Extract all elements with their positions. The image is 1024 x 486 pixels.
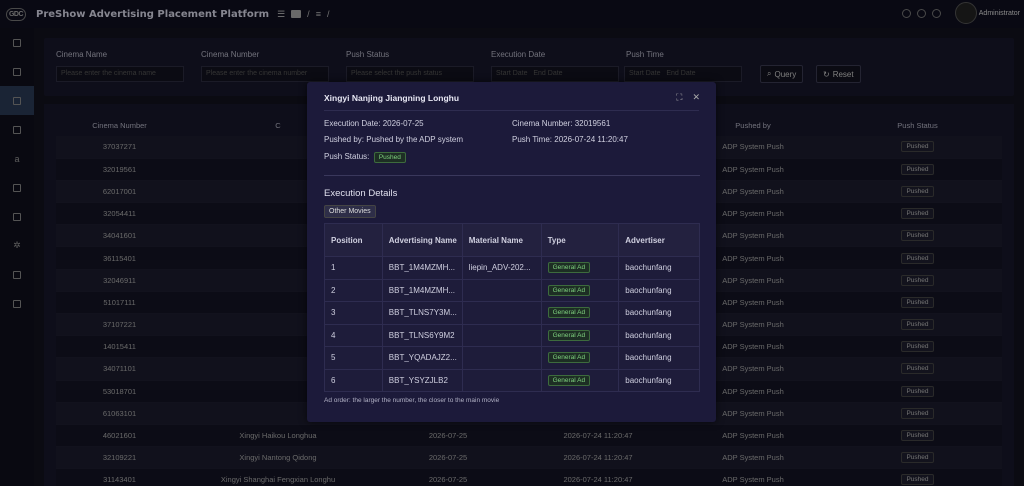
type-cell: General Ad bbox=[540, 346, 620, 370]
advertiser-cell: baochunfang bbox=[618, 301, 700, 325]
material-name-cell: liepin_ADV-202... bbox=[461, 256, 542, 280]
material-name-cell bbox=[461, 278, 542, 302]
type-badge: General Ad bbox=[547, 374, 591, 386]
modal-title: Xingyi Nanjing Jiangning Longhu bbox=[324, 93, 460, 103]
table-row: 1 BBT_1M4MZMH... liepin_ADV-202... General … bbox=[324, 256, 700, 280]
material-name-cell bbox=[461, 323, 542, 347]
position-cell: 4 bbox=[324, 323, 383, 347]
table-row: 2 BBT_1M4MZMH... General Ad baochunfang bbox=[324, 278, 700, 302]
advertising-name-cell: BBT_1M4MZMH... bbox=[381, 278, 463, 302]
advertising-name-cell: BBT_YSYZJLB2 bbox=[381, 368, 463, 392]
status-badge: Pushed bbox=[373, 152, 406, 163]
advertiser-cell: baochunfang bbox=[618, 256, 700, 280]
tab-other-movies[interactable]: Other Movies bbox=[324, 205, 376, 218]
close-icon[interactable]: ✕ bbox=[692, 92, 700, 103]
type-cell: General Ad bbox=[540, 368, 620, 392]
ad-order-note: Ad order: the larger the number, the clo… bbox=[324, 397, 500, 404]
pushed-by-field: Pushed by: Pushed by the ADP system bbox=[324, 135, 464, 144]
fullscreen-icon[interactable]: ⛶ bbox=[676, 92, 682, 103]
push-status-field: Push Status: Pushed bbox=[324, 152, 406, 163]
type-cell: General Ad bbox=[540, 323, 620, 347]
type-badge: General Ad bbox=[547, 352, 591, 364]
advertiser-cell: baochunfang bbox=[618, 368, 700, 392]
position-cell: 3 bbox=[324, 301, 383, 325]
push-status-label: Push Status: bbox=[324, 152, 370, 161]
position-cell: 1 bbox=[324, 256, 383, 280]
divider bbox=[324, 110, 699, 111]
advertiser-cell: baochunfang bbox=[618, 323, 700, 347]
table-row: 6 BBT_YSYZJLB2 General Ad baochunfang bbox=[324, 368, 700, 392]
execution-date-field: Execution Date: 2026-07-25 bbox=[324, 119, 424, 128]
advertising-name-cell: BBT_TLNS7Y3M... bbox=[381, 301, 463, 325]
column-header: Type bbox=[540, 223, 620, 257]
column-header: Advertising Name bbox=[381, 223, 463, 257]
material-name-cell bbox=[461, 368, 542, 392]
column-header: Position bbox=[324, 223, 383, 257]
type-badge: General Ad bbox=[547, 262, 591, 274]
position-cell: 2 bbox=[324, 278, 383, 302]
advertiser-cell: baochunfang bbox=[618, 346, 700, 370]
advertising-name-cell: BBT_YQADAJZ2... bbox=[381, 346, 463, 370]
type-badge: General Ad bbox=[547, 329, 591, 341]
column-header: Advertiser bbox=[618, 223, 700, 257]
type-badge: General Ad bbox=[547, 307, 591, 319]
position-cell: 6 bbox=[324, 368, 383, 392]
section-title: Execution Details bbox=[324, 188, 398, 199]
material-name-cell bbox=[461, 301, 542, 325]
type-cell: General Ad bbox=[540, 256, 620, 280]
divider bbox=[324, 175, 700, 176]
advertising-name-cell: BBT_1M4MZMH... bbox=[381, 256, 463, 280]
execution-details-table: Position Advertising Name Material Name … bbox=[324, 223, 700, 392]
type-cell: General Ad bbox=[540, 278, 620, 302]
table-row: 5 BBT_YQADAJZ2... General Ad baochunfang bbox=[324, 346, 700, 370]
position-cell: 5 bbox=[324, 346, 383, 370]
table-row: 3 BBT_TLNS7Y3M... General Ad baochunfang bbox=[324, 301, 700, 325]
push-time-field: Push Time: 2026-07-24 11:20:47 bbox=[512, 135, 628, 144]
cinema-number-field: Cinema Number: 32019561 bbox=[512, 119, 611, 128]
type-cell: General Ad bbox=[540, 301, 620, 325]
advertising-name-cell: BBT_TLNS6Y9M2 bbox=[381, 323, 463, 347]
advertiser-cell: baochunfang bbox=[618, 278, 700, 302]
material-name-cell bbox=[461, 346, 542, 370]
table-row: 4 BBT_TLNS6Y9M2 General Ad baochunfang bbox=[324, 323, 700, 347]
type-badge: General Ad bbox=[547, 284, 591, 296]
column-header: Material Name bbox=[461, 223, 542, 257]
details-modal: Xingyi Nanjing Jiangning Longhu ⛶ ✕ Exec… bbox=[307, 82, 716, 422]
